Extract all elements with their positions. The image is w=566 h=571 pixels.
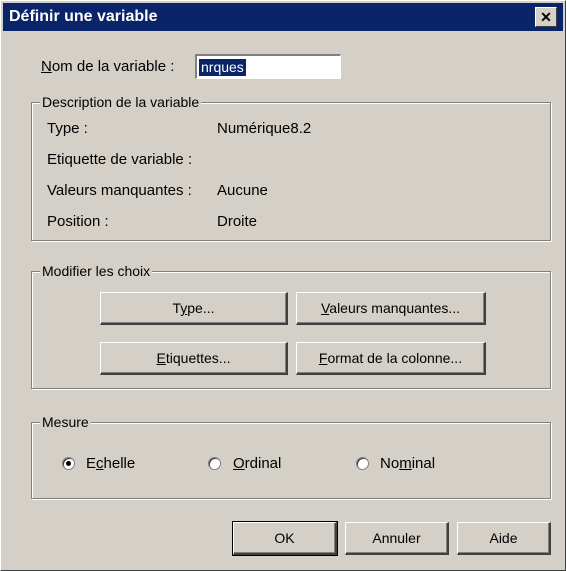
position-label: Position : [47,213,109,230]
column-format-button[interactable]: Format de la colonne... [296,342,486,375]
missing-values-value: Aucune [217,182,268,199]
close-icon: ✕ [540,9,552,25]
scale-radio[interactable] [62,457,75,470]
nominal-radio[interactable] [356,457,369,470]
position-value: Droite [217,213,258,230]
cancel-button[interactable]: Annuler [345,522,449,555]
title-bar: Définir une variable ✕ [3,3,563,31]
missing-values-button[interactable]: Valeurs manquantes... [296,292,486,325]
missing-values-label: Valeurs manquantes : [47,182,192,199]
type-button[interactable]: Type... [100,292,288,325]
variable-label-label: Etiquette de variable : [47,151,193,168]
type-label: Type : [47,120,88,137]
close-button[interactable]: ✕ [535,7,557,27]
variable-name-value: nrques [199,59,246,76]
variable-name-label: Nom de la variable : [41,58,175,75]
labels-button[interactable]: Etiquettes... [100,342,288,375]
type-value: Numérique8.2 [217,120,312,137]
description-legend: Description de la variable [40,94,202,110]
dialog-title: Définir une variable [9,8,158,25]
modify-choices-legend: Modifier les choix [40,263,153,279]
ordinal-radio-label: Ordinal [233,455,282,472]
ok-button[interactable]: OK [232,521,338,556]
measure-legend: Mesure [40,414,91,430]
nominal-radio-label: Nominal [380,455,436,472]
variable-name-input[interactable]: nrques [195,54,341,79]
define-variable-dialog: Définir une variable ✕ Nom de la variabl… [0,0,566,571]
help-button[interactable]: Aide [457,522,551,555]
ordinal-radio[interactable] [208,457,221,470]
scale-radio-label: Echelle [86,455,136,472]
